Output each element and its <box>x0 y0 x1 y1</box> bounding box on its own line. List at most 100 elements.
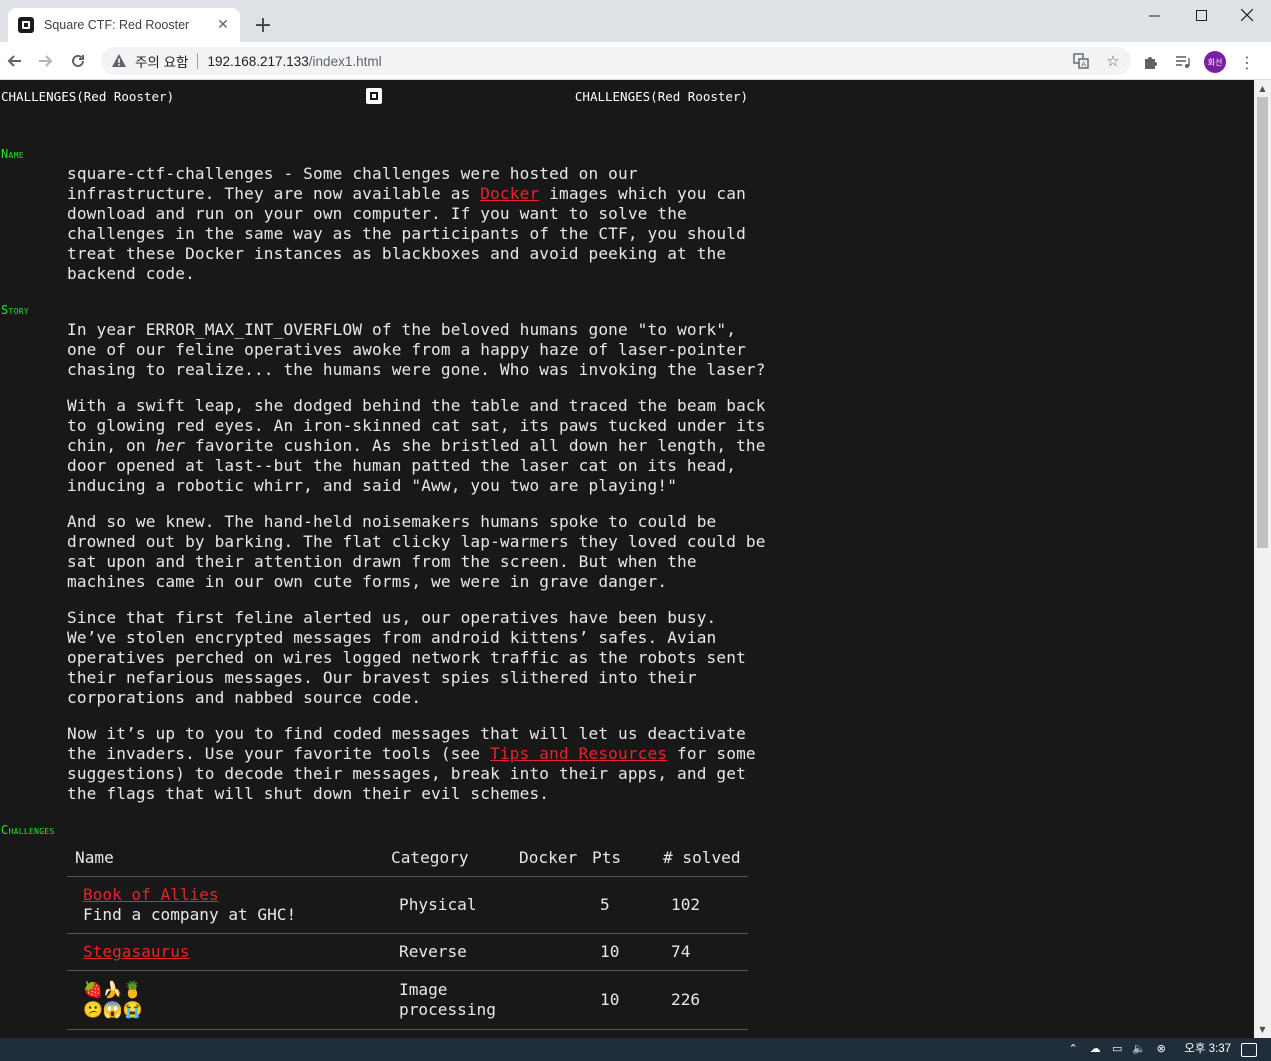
url-host[interactable]: 192.168.217.133 <box>207 54 308 69</box>
extensions-puzzle-icon[interactable] <box>1140 51 1162 73</box>
divider <box>197 53 199 69</box>
story-line: With a swift leap, she dodged behind the… <box>67 396 766 415</box>
translate-icon[interactable]: A <box>1071 51 1091 71</box>
square-logo-icon <box>366 88 382 104</box>
network-icon[interactable]: ▭ <box>1110 1041 1124 1055</box>
maximize-window-button[interactable] <box>1178 0 1224 30</box>
profile-avatar[interactable]: 회선 <box>1204 51 1226 73</box>
story-line: the flags that will shut down their evil… <box>67 784 550 803</box>
svg-text:A: A <box>1081 61 1086 69</box>
table-row: 🍓🍌🍍 😕😱😭 Image processing 10 226 <box>67 971 748 1030</box>
story-line: for some <box>667 744 756 763</box>
url-path[interactable]: /index1.html <box>309 54 382 69</box>
docker-link[interactable]: Docker <box>480 184 539 203</box>
col-header-category: Category <box>391 848 469 867</box>
vertical-scrollbar[interactable]: ▲ ▼ <box>1254 80 1271 1038</box>
name-line: download and run on your own computer. I… <box>67 204 687 223</box>
story-paragraph-3: And so we knew. The hand-held noisemaker… <box>67 512 766 591</box>
table-header-row: Name Category Docker Pts # solved <box>67 843 748 877</box>
table-row: Stegasaurus Reverse 10 74 <box>67 934 748 971</box>
square-favicon-icon <box>18 17 34 33</box>
tab-title: Square CTF: Red Rooster <box>44 18 190 32</box>
page-viewport: CHALLENGES(Red Rooster) CHALLENGES(Red R… <box>0 80 1254 1038</box>
challenge-solved-count: 102 <box>671 895 701 914</box>
name-line: backend code. <box>67 264 195 283</box>
story-paragraph-4: Since that first feline alerted us, our … <box>67 608 746 707</box>
name-line: infrastructure. They are now available a… <box>67 184 481 203</box>
story-line: suggestions) to decode their messages, b… <box>67 764 746 783</box>
browser-toolbar: 주의 요함 192.168.217.133/index1.html A ☆ 회선… <box>0 42 1271 80</box>
challenge-description: Find a company at GHC! <box>83 905 297 924</box>
taskbar-clock[interactable]: 오후 3:37 <box>1184 1040 1231 1056</box>
chevron-up-icon[interactable]: ⌃ <box>1066 1041 1080 1055</box>
story-line: inducing a robotic whirr, and said "Aww,… <box>67 476 678 495</box>
story-paragraph-2: With a swift leap, she dodged behind the… <box>67 396 765 496</box>
address-bar[interactable]: 주의 요함 192.168.217.133/index1.html A ☆ <box>101 47 1131 75</box>
story-line: to glowing red eyes. An iron-skinned cat… <box>67 416 766 435</box>
section-story-label: Story <box>1 303 29 317</box>
story-line: Now it’s up to you to find coded message… <box>67 724 746 743</box>
scroll-up-arrow-icon[interactable]: ▲ <box>1254 80 1271 97</box>
header-right-title: CHALLENGES(Red Rooster) <box>574 89 748 104</box>
close-window-button[interactable] <box>1224 0 1270 30</box>
story-paragraph-1: In year ERROR_MAX_INT_OVERFLOW of the be… <box>67 320 766 379</box>
close-tab-icon[interactable]: ✕ <box>214 16 232 34</box>
notification-icon[interactable] <box>1241 1043 1257 1057</box>
new-tab-button[interactable]: + <box>250 12 276 38</box>
back-button[interactable] <box>0 47 28 75</box>
scrollbar-thumb[interactable] <box>1257 97 1268 548</box>
col-header-pts: Pts <box>592 848 622 867</box>
security-status-label[interactable]: 주의 요함 <box>135 51 188 71</box>
more-menu-icon[interactable]: ⋮ <box>1236 51 1258 73</box>
col-header-docker: Docker <box>519 848 578 867</box>
challenge-solved-count: 226 <box>671 990 701 1009</box>
volume-icon[interactable]: 🔈 <box>1132 1041 1146 1055</box>
system-tray: ⌃ ☁ ▭ 🔈 ⊗ 오후 3:37 <box>1066 1040 1231 1056</box>
challenge-points: 5 <box>600 895 610 914</box>
challenge-category: Physical <box>399 895 477 914</box>
reload-button[interactable] <box>64 47 92 75</box>
story-line: favorite cushion. As she bristled all do… <box>185 436 766 455</box>
section-challenges-label: Challenges <box>1 823 55 837</box>
challenge-name-link[interactable]: Book of Allies <box>83 885 219 904</box>
media-queue-icon[interactable] <box>1172 51 1194 73</box>
back-arrow-icon <box>7 55 21 67</box>
cloud-icon[interactable]: ☁ <box>1088 1041 1102 1055</box>
challenge-name-link[interactable]: 🍓🍌🍍 <box>83 980 143 1000</box>
col-header-solved: # solved <box>663 848 741 867</box>
challenge-solved-count: 74 <box>671 942 691 961</box>
table-row: Book of Allies Find a company at GHC! Ph… <box>67 877 748 934</box>
name-line: challenges in the same way as the partic… <box>67 224 746 243</box>
challenge-name-link[interactable]: Stegasaurus <box>83 942 190 961</box>
section-name-label: Name <box>1 147 24 161</box>
challenge-description: 😕😱😭 <box>83 1000 143 1019</box>
minimize-window-button[interactable] <box>1131 0 1177 30</box>
challenge-category: Image processing <box>399 980 496 1019</box>
close-circle-icon[interactable]: ⊗ <box>1154 1041 1168 1055</box>
col-header-name: Name <box>75 848 114 867</box>
tips-and-resources-link[interactable]: Tips and Resources <box>490 744 667 763</box>
header-left-title: CHALLENGES(Red Rooster) <box>1 89 175 104</box>
story-line: door opened at last--but the human patte… <box>67 456 737 475</box>
os-taskbar: ⌃ ☁ ▭ 🔈 ⊗ 오후 3:37 <box>0 1038 1271 1061</box>
challenges-table: Name Category Docker Pts # solved Book o… <box>67 843 748 1030</box>
name-line: treat these Docker instances as blackbox… <box>67 244 727 263</box>
name-line: square-ctf-challenges - Some challenges … <box>67 164 638 183</box>
challenge-category: Reverse <box>399 942 467 961</box>
warning-icon[interactable] <box>111 53 127 69</box>
scroll-down-arrow-icon[interactable]: ▼ <box>1254 1021 1271 1038</box>
story-paragraph-5: Now it’s up to you to find coded message… <box>67 724 757 804</box>
man-page-header: CHALLENGES(Red Rooster) CHALLENGES(Red R… <box>0 88 748 107</box>
name-paragraph: square-ctf-challenges - Some challenges … <box>67 164 757 284</box>
forward-arrow-icon <box>39 55 53 67</box>
story-line: chin, on <box>67 436 156 455</box>
bookmark-star-icon[interactable]: ☆ <box>1103 51 1123 71</box>
story-line: the invaders. Use your favorite tools (s… <box>67 744 491 763</box>
tab-strip: Square CTF: Red Rooster ✕ + <box>0 0 1271 42</box>
forward-button[interactable] <box>32 47 60 75</box>
browser-tab[interactable]: Square CTF: Red Rooster ✕ <box>8 8 240 42</box>
reload-icon <box>72 54 84 67</box>
challenge-points: 10 <box>600 942 620 961</box>
name-line: images which you can <box>539 184 746 203</box>
challenge-points: 10 <box>600 990 620 1009</box>
